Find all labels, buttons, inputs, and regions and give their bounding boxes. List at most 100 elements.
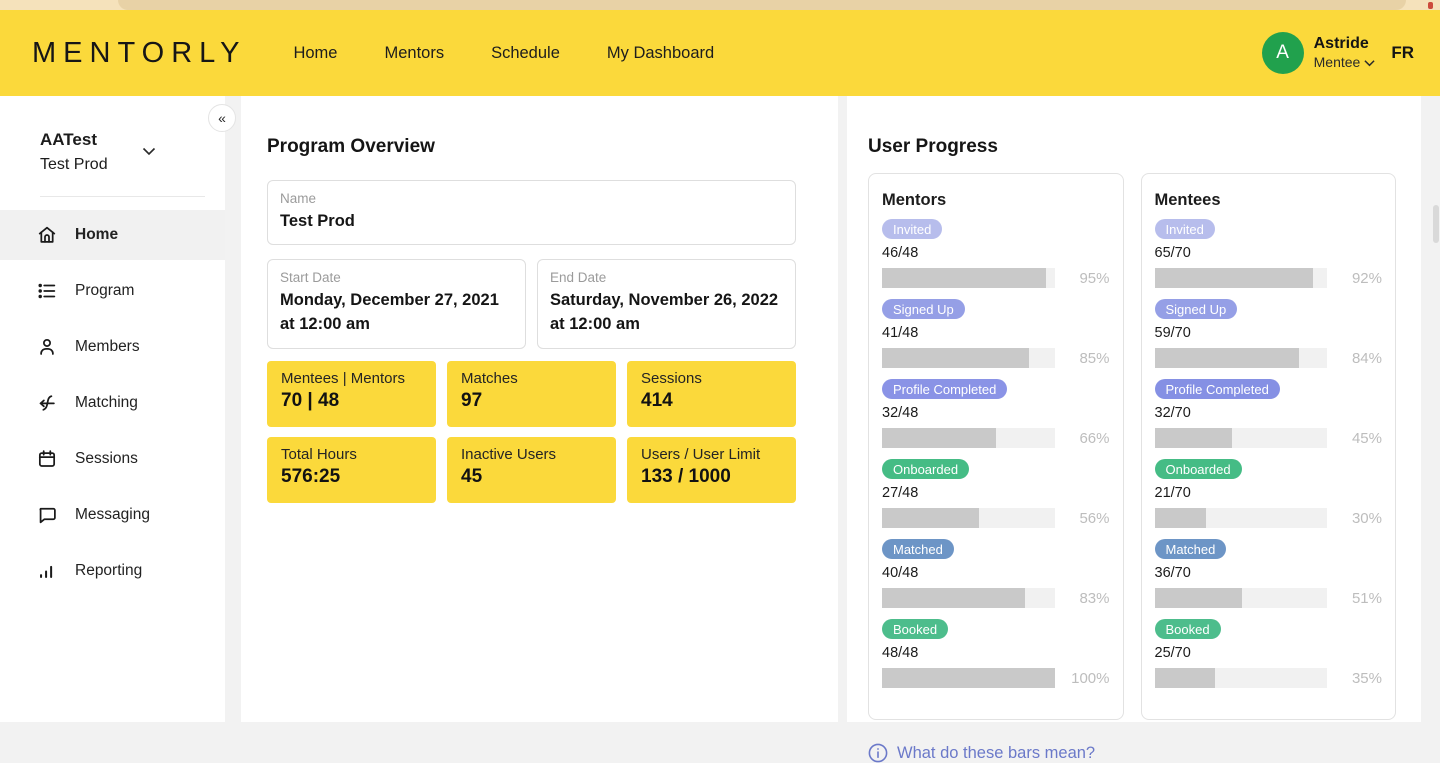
bar-fill <box>882 268 1046 288</box>
program-selector[interactable]: AATest Test Prod <box>0 96 225 176</box>
stage-mentees-booked: Booked 25/70 35% <box>1155 619 1383 688</box>
calendar-icon <box>36 448 58 470</box>
user-name: Astride <box>1314 34 1376 54</box>
home-icon <box>36 224 58 246</box>
stage-mentees-invited: Invited 65/70 92% <box>1155 219 1383 288</box>
nav-link-home[interactable]: Home <box>293 44 337 63</box>
stage-count: 40/48 <box>882 565 1110 581</box>
sidebar-item-reporting[interactable]: Reporting <box>0 546 225 596</box>
stage-mentors-signed-up: Signed Up 41/48 85% <box>882 299 1110 368</box>
mentors-card-title: Mentors <box>882 191 1110 210</box>
bar-fill <box>882 508 979 528</box>
stat-label: Mentees | Mentors <box>281 370 422 387</box>
user-role-dropdown[interactable]: Mentee <box>1314 54 1376 72</box>
stat-label: Total Hours <box>281 446 422 463</box>
stage-percent: 83% <box>1068 590 1110 607</box>
bar-fill <box>882 428 996 448</box>
stage-percent: 100% <box>1068 670 1110 687</box>
stat-label: Inactive Users <box>461 446 602 463</box>
program-name-field: Name Test Prod <box>267 180 796 245</box>
bar-fill <box>1155 268 1314 288</box>
nav-link-schedule[interactable]: Schedule <box>491 44 560 63</box>
sidebar-item-program[interactable]: Program <box>0 266 225 316</box>
progress-bar <box>1155 588 1328 608</box>
stage-count: 32/48 <box>882 405 1110 421</box>
sidebar-item-sessions[interactable]: Sessions <box>0 434 225 484</box>
browser-chrome-strip <box>0 0 1440 10</box>
stat-value: 133 / 1000 <box>641 466 782 488</box>
stat-card-total-hours: Total Hours 576:25 <box>267 437 436 503</box>
sidebar-item-label: Program <box>75 282 134 300</box>
stage-mentees-signed-up: Signed Up 59/70 84% <box>1155 299 1383 368</box>
progress-bar <box>1155 668 1328 688</box>
sidebar-item-label: Matching <box>75 394 138 412</box>
chat-icon <box>36 504 58 526</box>
stage-percent: 35% <box>1340 670 1382 687</box>
progress-bar <box>882 428 1055 448</box>
bar-fill <box>1155 588 1243 608</box>
sidebar-item-label: Sessions <box>75 450 138 468</box>
sidebar-item-label: Messaging <box>75 506 150 524</box>
program-overview-panel: Program Overview Name Test Prod Start Da… <box>241 96 838 722</box>
stat-value: 97 <box>461 390 602 412</box>
stat-value: 45 <box>461 466 602 488</box>
program-selector-names: AATest Test Prod <box>40 128 108 176</box>
stage-mentors-invited: Invited 46/48 95% <box>882 219 1110 288</box>
navbar-user-area: A Astride Mentee FR <box>1262 32 1414 74</box>
progress-cards-row: Mentors Invited 46/48 95% Signed Up 41/4… <box>868 173 1396 720</box>
user-role-label: Mentee <box>1314 54 1361 72</box>
top-navbar: MENTORLY Home Mentors Schedule My Dashbo… <box>0 10 1440 96</box>
progress-bar <box>882 348 1055 368</box>
sidebar-item-messaging[interactable]: Messaging <box>0 490 225 540</box>
stage-count: 27/48 <box>882 485 1110 501</box>
stage-badge: Onboarded <box>882 459 969 479</box>
program-name: Test Prod <box>40 153 108 176</box>
stage-badge: Matched <box>882 539 954 559</box>
stage-mentees-onboarded: Onboarded 21/70 30% <box>1155 459 1383 528</box>
stage-badge: Signed Up <box>882 299 965 319</box>
nav-link-my-dashboard[interactable]: My Dashboard <box>607 44 714 63</box>
stage-badge: Booked <box>882 619 948 639</box>
language-switcher[interactable]: FR <box>1391 43 1414 63</box>
stat-card-matches: Matches 97 <box>447 361 616 427</box>
matching-icon <box>36 392 58 414</box>
sidebar-item-home[interactable]: Home <box>0 210 225 260</box>
nav-link-mentors[interactable]: Mentors <box>384 44 444 63</box>
sidebar-item-matching[interactable]: Matching <box>0 378 225 428</box>
stage-count: 36/70 <box>1155 565 1383 581</box>
stage-percent: 51% <box>1340 590 1382 607</box>
stage-mentees-profile-completed: Profile Completed 32/70 45% <box>1155 379 1383 448</box>
stage-count: 41/48 <box>882 325 1110 341</box>
stage-badge: Profile Completed <box>882 379 1007 399</box>
chevron-down-icon <box>142 147 156 156</box>
stage-badge: Signed Up <box>1155 299 1238 319</box>
progress-bar <box>882 588 1055 608</box>
vertical-scrollbar[interactable] <box>1433 205 1439 243</box>
bar-fill <box>1155 348 1300 368</box>
stage-badge: Matched <box>1155 539 1227 559</box>
progress-bar <box>1155 268 1328 288</box>
bars-help-link[interactable]: What do these bars mean? <box>868 743 1396 763</box>
end-date-field: End Date Saturday, November 26, 2022 at … <box>537 259 796 349</box>
org-name: AATest <box>40 128 108 153</box>
bar-fill <box>1155 668 1215 688</box>
progress-bar <box>1155 428 1328 448</box>
mentors-progress-card: Mentors Invited 46/48 95% Signed Up 41/4… <box>868 173 1124 720</box>
info-icon <box>868 743 888 763</box>
start-date-value: Monday, December 27, 2021 at 12:00 am <box>280 289 513 337</box>
stage-percent: 66% <box>1068 430 1110 447</box>
stat-label: Users / User Limit <box>641 446 782 463</box>
stage-mentees-matched: Matched 36/70 51% <box>1155 539 1383 608</box>
stage-count: 46/48 <box>882 245 1110 261</box>
bar-fill <box>882 588 1025 608</box>
stage-count: 65/70 <box>1155 245 1383 261</box>
mentorly-logo: MENTORLY <box>32 37 246 70</box>
avatar[interactable]: A <box>1262 32 1304 74</box>
stage-mentors-matched: Matched 40/48 83% <box>882 539 1110 608</box>
user-progress-panel: User Progress Mentors Invited 46/48 95% … <box>847 96 1421 722</box>
browser-extension-icon <box>1428 2 1433 9</box>
sidebar-collapse-button[interactable]: « <box>208 104 236 132</box>
sidebar-item-label: Home <box>75 226 118 244</box>
sidebar-item-members[interactable]: Members <box>0 322 225 372</box>
stage-percent: 85% <box>1068 350 1110 367</box>
